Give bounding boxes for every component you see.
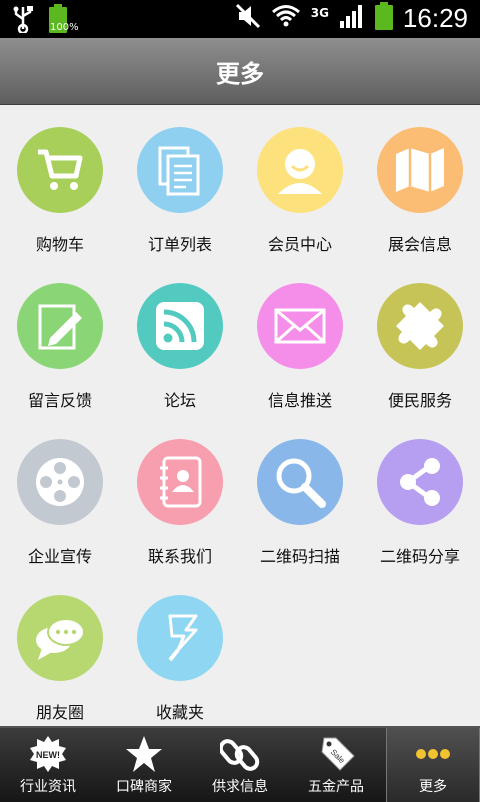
- user-icon: [257, 127, 343, 213]
- grid-item-contact-us[interactable]: 联系我们: [120, 417, 240, 573]
- grid-item-label: 购物车: [35, 235, 84, 254]
- magnifier-icon: [257, 439, 343, 525]
- tab-label: 口碑商家: [116, 779, 172, 795]
- share-icon: [377, 439, 463, 525]
- grid-item-label: 二维码分享: [379, 547, 460, 566]
- new-badge-icon: NEW!: [28, 734, 68, 774]
- grid-item-qr-share[interactable]: 二维码分享: [360, 417, 480, 573]
- tab-more[interactable]: 更多: [386, 728, 480, 802]
- wifi-icon: [271, 3, 301, 33]
- new-badge-text: NEW!: [36, 750, 60, 760]
- grid-item-exhibition-info[interactable]: 展会信息: [360, 105, 480, 261]
- grid-item-convenience-services[interactable]: 便民服务: [360, 261, 480, 417]
- grid-item-qr-scan[interactable]: 二维码扫描: [240, 417, 360, 573]
- star-icon: [124, 734, 164, 774]
- tab-reputation-merchants[interactable]: 口碑商家: [96, 728, 192, 802]
- tab-hardware-products[interactable]: Sale 五金产品: [288, 728, 384, 802]
- signal-icon: [339, 3, 365, 33]
- grid-item-order-list[interactable]: 订单列表: [120, 105, 240, 261]
- envelope-icon: [257, 283, 343, 369]
- chat-bubbles-icon: [17, 595, 103, 681]
- grid-item-label: 展会信息: [387, 235, 452, 254]
- grid-item-label: 企业宣传: [27, 547, 92, 566]
- sale-tag-icon: Sale: [316, 734, 356, 774]
- tab-label: 更多: [419, 779, 447, 795]
- grid-item-label: 留言反馈: [27, 391, 92, 410]
- mute-icon: [235, 3, 261, 33]
- grid-item-forum[interactable]: 论坛: [120, 261, 240, 417]
- shopping-cart-icon: [17, 127, 103, 213]
- puzzle-icon: [377, 283, 463, 369]
- contact-book-icon: [137, 439, 223, 525]
- grid-item-label: 会员中心: [267, 235, 332, 254]
- title-bar: 更多: [0, 38, 480, 105]
- network-type: 3G: [310, 6, 329, 20]
- map-icon: [377, 127, 463, 213]
- grid-item-favorites[interactable]: 收藏夹: [120, 573, 240, 729]
- status-bar: 100% 3G 16:29: [0, 0, 480, 38]
- grid-item-corporate-promotion[interactable]: 企业宣传: [0, 417, 120, 573]
- tab-industry-news[interactable]: NEW! 行业资讯: [0, 728, 96, 802]
- grid-item-label: 信息推送: [267, 391, 332, 410]
- grid-item-shopping-cart[interactable]: 购物车: [0, 105, 120, 261]
- edit-pencil-icon: [17, 283, 103, 369]
- rss-icon: [137, 283, 223, 369]
- grid-item-feedback[interactable]: 留言反馈: [0, 261, 120, 417]
- grid-item-label: 论坛: [163, 391, 196, 410]
- bookmark-icon: [137, 595, 223, 681]
- chain-link-icon: [218, 734, 260, 774]
- grid-item-label: 便民服务: [387, 391, 452, 410]
- grid-item-moments[interactable]: 朋友圈: [0, 573, 120, 729]
- bottom-tab-bar: NEW! 行业资讯 口碑商家 供求信息 Sale 五金产品 更多: [0, 726, 480, 802]
- grid-item-label: 朋友圈: [35, 703, 84, 722]
- document-list-icon: [137, 127, 223, 213]
- tab-supply-demand[interactable]: 供求信息: [192, 728, 288, 802]
- clock: 16:29: [402, 2, 468, 33]
- usb-icon: [12, 5, 34, 37]
- grid-item-label: 收藏夹: [155, 703, 204, 722]
- grid-item-label: 联系我们: [147, 547, 212, 566]
- tab-label: 行业资讯: [20, 779, 76, 795]
- page-title: 更多: [216, 60, 264, 88]
- film-reel-icon: [17, 439, 103, 525]
- grid-item-label: 二维码扫描: [259, 547, 340, 566]
- tab-label: 供求信息: [212, 779, 268, 795]
- grid-item-push-info[interactable]: 信息推送: [240, 261, 360, 417]
- more-dots-icon: [413, 734, 453, 774]
- feature-grid: 购物车 订单列表 会员中心 展会信息 留言反馈 论坛 信息推送 便民服务 企业宣…: [0, 105, 480, 725]
- grid-item-member-center[interactable]: 会员中心: [240, 105, 360, 261]
- battery-percent: 100%: [50, 22, 79, 33]
- grid-item-label: 订单列表: [147, 235, 212, 254]
- tab-label: 五金产品: [308, 779, 364, 795]
- battery-full-icon: [374, 2, 393, 34]
